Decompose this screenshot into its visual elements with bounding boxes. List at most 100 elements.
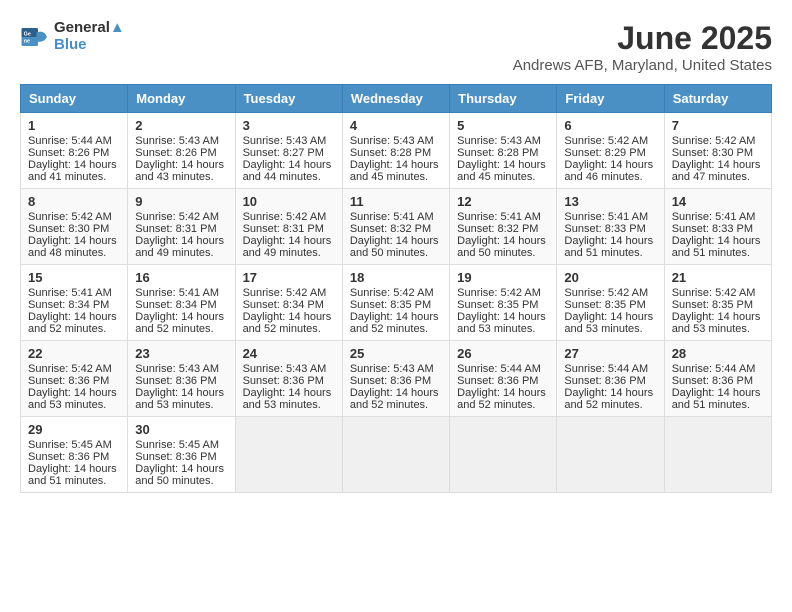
day-number: 20 [564, 270, 656, 285]
cell-text: Sunrise: 5:43 AM [350, 363, 442, 375]
table-row: 11Sunrise: 5:41 AMSunset: 8:32 PMDayligh… [342, 189, 449, 265]
cell-text: Sunset: 8:35 PM [564, 299, 656, 311]
cell-text: Sunset: 8:29 PM [564, 147, 656, 159]
table-row: 27 Sunrise: 5:44 AMSunset: 8:36 PMDayligh… [557, 341, 664, 417]
table-row [235, 417, 342, 493]
calendar-week-row: 22Sunrise: 5:42 AMSunset: 8:36 PMDayligh… [21, 341, 772, 417]
cell-text: Sunset: 8:34 PM [135, 299, 227, 311]
calendar-table: Sunday Monday Tuesday Wednesday Thursday… [20, 84, 772, 493]
cell-text: Sunset: 8:36 PM [135, 451, 227, 463]
cell-text: Daylight: 14 hours and 53 minutes. [135, 387, 227, 411]
calendar-header-row: Sunday Monday Tuesday Wednesday Thursday… [21, 85, 772, 113]
table-row: 18Sunrise: 5:42 AMSunset: 8:35 PMDayligh… [342, 265, 449, 341]
day-number: 3 [243, 118, 335, 133]
day-number: 27 [564, 346, 656, 361]
cell-text: Sunset: 8:34 PM [28, 299, 120, 311]
table-row: 10Sunrise: 5:42 AMSunset: 8:31 PMDayligh… [235, 189, 342, 265]
cell-text: Sunrise: 5:43 AM [350, 135, 442, 147]
table-row: 8Sunrise: 5:42 AMSunset: 8:30 PMDaylight… [21, 189, 128, 265]
table-row: 23 Sunrise: 5:43 AMSunset: 8:36 PMDayligh… [128, 341, 235, 417]
cell-text: Sunrise: 5:44 AM [564, 363, 656, 375]
cell-text: Daylight: 14 hours and 52 minutes. [350, 387, 442, 411]
cell-text: Sunset: 8:36 PM [243, 375, 335, 387]
cell-text: Sunrise: 5:42 AM [28, 363, 120, 375]
cell-text: Daylight: 14 hours and 41 minutes. [28, 159, 120, 183]
day-number: 4 [350, 118, 442, 133]
day-number: 24 [243, 346, 335, 361]
day-number: 1 [28, 118, 120, 133]
cell-text: Daylight: 14 hours and 50 minutes. [350, 235, 442, 259]
day-number: 30 [135, 422, 227, 437]
cell-text: Sunrise: 5:42 AM [672, 135, 764, 147]
cell-text: Sunset: 8:33 PM [672, 223, 764, 235]
table-row [342, 417, 449, 493]
cell-text: Sunset: 8:34 PM [243, 299, 335, 311]
cell-text: Daylight: 14 hours and 49 minutes. [243, 235, 335, 259]
cell-text: Sunrise: 5:43 AM [457, 135, 549, 147]
cell-text: Daylight: 14 hours and 53 minutes. [28, 387, 120, 411]
svg-text:Ge: Ge [24, 31, 31, 37]
cell-text: Sunset: 8:36 PM [564, 375, 656, 387]
table-row: 21Sunrise: 5:42 AMSunset: 8:35 PMDayligh… [664, 265, 771, 341]
table-row: 22Sunrise: 5:42 AMSunset: 8:36 PMDayligh… [21, 341, 128, 417]
calendar-week-row: 1Sunrise: 5:44 AMSunset: 8:26 PMDaylight… [21, 113, 772, 189]
table-row [450, 417, 557, 493]
cell-text: Daylight: 14 hours and 52 minutes. [457, 387, 549, 411]
cell-text: Sunrise: 5:43 AM [243, 363, 335, 375]
cell-text: Daylight: 14 hours and 52 minutes. [135, 311, 227, 335]
cell-text: Sunrise: 5:42 AM [135, 211, 227, 223]
cell-text: Sunrise: 5:45 AM [135, 439, 227, 451]
cell-text: Daylight: 14 hours and 45 minutes. [457, 159, 549, 183]
cell-text: Sunrise: 5:42 AM [564, 287, 656, 299]
cell-text: Daylight: 14 hours and 53 minutes. [457, 311, 549, 335]
cell-text: Daylight: 14 hours and 51 minutes. [564, 235, 656, 259]
cell-text: Daylight: 14 hours and 52 minutes. [564, 387, 656, 411]
day-number: 22 [28, 346, 120, 361]
day-number: 9 [135, 194, 227, 209]
cell-text: Sunrise: 5:45 AM [28, 439, 120, 451]
cell-text: Sunset: 8:36 PM [135, 375, 227, 387]
cell-text: Sunrise: 5:42 AM [457, 287, 549, 299]
cell-text: Daylight: 14 hours and 51 minutes. [672, 387, 764, 411]
cell-text: Daylight: 14 hours and 46 minutes. [564, 159, 656, 183]
table-row: 29Sunrise: 5:45 AMSunset: 8:36 PMDayligh… [21, 417, 128, 493]
cell-text: Sunset: 8:32 PM [457, 223, 549, 235]
page-header: Ge ne General▲ Blue June 2025 Andrews AF… [20, 20, 772, 74]
table-row: 3Sunrise: 5:43 AMSunset: 8:27 PMDaylight… [235, 113, 342, 189]
col-sunday: Sunday [21, 85, 128, 113]
table-row [557, 417, 664, 493]
day-number: 18 [350, 270, 442, 285]
table-row: 13Sunrise: 5:41 AMSunset: 8:33 PMDayligh… [557, 189, 664, 265]
cell-text: Daylight: 14 hours and 43 minutes. [135, 159, 227, 183]
day-number: 16 [135, 270, 227, 285]
col-tuesday: Tuesday [235, 85, 342, 113]
col-monday: Monday [128, 85, 235, 113]
cell-text: Sunset: 8:26 PM [135, 147, 227, 159]
cell-text: Sunset: 8:28 PM [350, 147, 442, 159]
table-row: 5Sunrise: 5:43 AMSunset: 8:28 PMDaylight… [450, 113, 557, 189]
table-row: 1Sunrise: 5:44 AMSunset: 8:26 PMDaylight… [21, 113, 128, 189]
day-number: 26 [457, 346, 549, 361]
col-saturday: Saturday [664, 85, 771, 113]
svg-text:ne: ne [24, 38, 30, 44]
table-row: 15Sunrise: 5:41 AMSunset: 8:34 PMDayligh… [21, 265, 128, 341]
cell-text: Sunrise: 5:42 AM [28, 211, 120, 223]
cell-text: Sunset: 8:35 PM [350, 299, 442, 311]
calendar-week-row: 29Sunrise: 5:45 AMSunset: 8:36 PMDayligh… [21, 417, 772, 493]
day-number: 11 [350, 194, 442, 209]
day-number: 23 [135, 346, 227, 361]
table-row [664, 417, 771, 493]
cell-text: Sunrise: 5:43 AM [135, 363, 227, 375]
calendar-week-row: 8Sunrise: 5:42 AMSunset: 8:30 PMDaylight… [21, 189, 772, 265]
day-number: 8 [28, 194, 120, 209]
month-title: June 2025 [513, 20, 772, 57]
table-row: 17Sunrise: 5:42 AMSunset: 8:34 PMDayligh… [235, 265, 342, 341]
cell-text: Sunrise: 5:44 AM [457, 363, 549, 375]
cell-text: Sunrise: 5:42 AM [350, 287, 442, 299]
cell-text: Sunrise: 5:42 AM [243, 287, 335, 299]
day-number: 6 [564, 118, 656, 133]
cell-text: Sunset: 8:35 PM [672, 299, 764, 311]
day-number: 12 [457, 194, 549, 209]
table-row: 16Sunrise: 5:41 AMSunset: 8:34 PMDayligh… [128, 265, 235, 341]
cell-text: Sunrise: 5:42 AM [564, 135, 656, 147]
